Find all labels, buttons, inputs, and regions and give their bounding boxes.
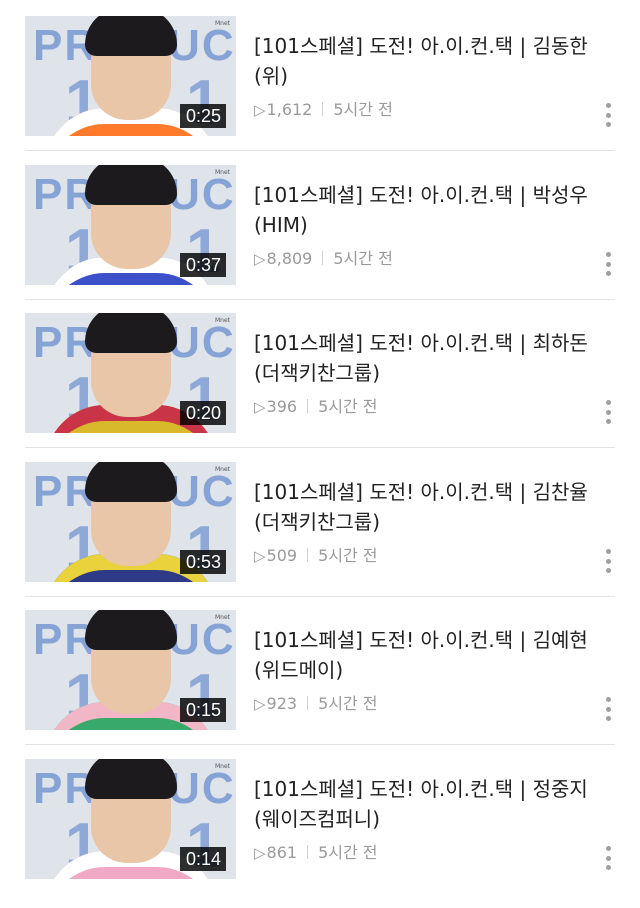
play-triangle-icon: ▷ xyxy=(254,695,266,713)
mnet-logo: Mnet xyxy=(214,169,230,176)
view-count: 8,809 xyxy=(266,249,313,268)
more-options-icon[interactable] xyxy=(598,397,618,427)
more-options-icon[interactable] xyxy=(598,546,618,576)
video-meta: ▷923 5시간 전 xyxy=(254,690,378,714)
mnet-logo: Mnet xyxy=(214,614,230,621)
meta-separator xyxy=(322,251,324,265)
video-title[interactable]: [101스페셜] 도전! 아.이.컨.택 | 박성우 (HIM) xyxy=(254,180,604,240)
upload-age: 5시간 전 xyxy=(333,249,393,268)
row-divider xyxy=(25,150,615,151)
duration-badge: 0:53 xyxy=(179,550,226,574)
duration-badge: 0:15 xyxy=(179,698,226,722)
view-count: 861 xyxy=(266,843,298,862)
play-triangle-icon: ▷ xyxy=(254,398,266,416)
play-triangle-icon: ▷ xyxy=(254,250,266,268)
more-options-icon[interactable] xyxy=(598,100,618,130)
video-item[interactable]: PRODUCE 101 Mnet 0:15 [101스페셜] 도전! 아.이.컨… xyxy=(0,610,640,759)
person-hair xyxy=(85,610,177,650)
video-item[interactable]: PRODUCE 101 Mnet 0:25 [101스페셜] 도전! 아.이.컨… xyxy=(0,16,640,165)
video-thumbnail[interactable]: PRODUCE 101 Mnet 0:37 xyxy=(25,165,236,285)
duration-badge: 0:25 xyxy=(179,104,226,128)
mnet-logo: Mnet xyxy=(214,763,230,770)
video-meta: ▷396 5시간 전 xyxy=(254,393,378,417)
upload-age: 5시간 전 xyxy=(333,100,393,119)
upload-age: 5시간 전 xyxy=(318,546,378,565)
more-options-icon[interactable] xyxy=(598,843,618,873)
video-thumbnail[interactable]: PRODUCE 101 Mnet 0:15 xyxy=(25,610,236,730)
upload-age: 5시간 전 xyxy=(318,843,378,862)
person-hair xyxy=(85,462,177,502)
person-hair xyxy=(85,759,177,799)
meta-separator xyxy=(307,845,309,859)
video-meta: ▷861 5시간 전 xyxy=(254,839,378,863)
video-thumbnail[interactable]: PRODUCE 101 Mnet 0:14 xyxy=(25,759,236,879)
mnet-logo: Mnet xyxy=(214,317,230,324)
meta-separator xyxy=(322,102,324,116)
person-hair xyxy=(85,165,177,205)
video-title[interactable]: [101스페셜] 도전! 아.이.컨.택 | 김예현 (위드메이) xyxy=(254,625,604,685)
view-count: 509 xyxy=(266,546,298,565)
video-list: PRODUCE 101 Mnet 0:25 [101스페셜] 도전! 아.이.컨… xyxy=(0,0,640,892)
video-title[interactable]: [101스페셜] 도전! 아.이.컨.택 | 김동한 (위) xyxy=(254,31,604,91)
upload-age: 5시간 전 xyxy=(318,694,378,713)
mnet-logo: Mnet xyxy=(214,466,230,473)
meta-separator xyxy=(307,696,309,710)
row-divider xyxy=(25,744,615,745)
view-count: 923 xyxy=(266,694,298,713)
view-count: 1,612 xyxy=(266,100,313,119)
duration-badge: 0:37 xyxy=(179,253,226,277)
video-meta: ▷8,809 5시간 전 xyxy=(254,245,393,269)
play-triangle-icon: ▷ xyxy=(254,844,266,862)
person-hair xyxy=(85,16,177,56)
row-divider xyxy=(25,596,615,597)
meta-separator xyxy=(307,548,309,562)
video-title[interactable]: [101스페셜] 도전! 아.이.컨.택 | 정중지 (웨이즈컴퍼니) xyxy=(254,774,604,834)
more-options-icon[interactable] xyxy=(598,694,618,724)
upload-age: 5시간 전 xyxy=(318,397,378,416)
video-thumbnail[interactable]: PRODUCE 101 Mnet 0:25 xyxy=(25,16,236,136)
meta-separator xyxy=(307,399,309,413)
play-triangle-icon: ▷ xyxy=(254,101,266,119)
row-divider xyxy=(25,299,615,300)
video-thumbnail[interactable]: PRODUCE 101 Mnet 0:53 xyxy=(25,462,236,582)
video-thumbnail[interactable]: PRODUCE 101 Mnet 0:20 xyxy=(25,313,236,433)
play-triangle-icon: ▷ xyxy=(254,547,266,565)
duration-badge: 0:14 xyxy=(179,847,226,871)
video-item[interactable]: PRODUCE 101 Mnet 0:14 [101스페셜] 도전! 아.이.컨… xyxy=(0,759,640,908)
row-divider xyxy=(25,447,615,448)
view-count: 396 xyxy=(266,397,298,416)
video-meta: ▷1,612 5시간 전 xyxy=(254,96,393,120)
video-title[interactable]: [101스페셜] 도전! 아.이.컨.택 | 최하돈 (더잭키찬그룹) xyxy=(254,328,604,388)
duration-badge: 0:20 xyxy=(179,401,226,425)
video-item[interactable]: PRODUCE 101 Mnet 0:20 [101스페셜] 도전! 아.이.컨… xyxy=(0,313,640,462)
more-options-icon[interactable] xyxy=(598,249,618,279)
video-item[interactable]: PRODUCE 101 Mnet 0:53 [101스페셜] 도전! 아.이.컨… xyxy=(0,462,640,611)
video-meta: ▷509 5시간 전 xyxy=(254,542,378,566)
person-hair xyxy=(85,313,177,353)
video-item[interactable]: PRODUCE 101 Mnet 0:37 [101스페셜] 도전! 아.이.컨… xyxy=(0,165,640,314)
mnet-logo: Mnet xyxy=(214,20,230,27)
video-title[interactable]: [101스페셜] 도전! 아.이.컨.택 | 김찬율 (더잭키찬그룹) xyxy=(254,477,604,537)
